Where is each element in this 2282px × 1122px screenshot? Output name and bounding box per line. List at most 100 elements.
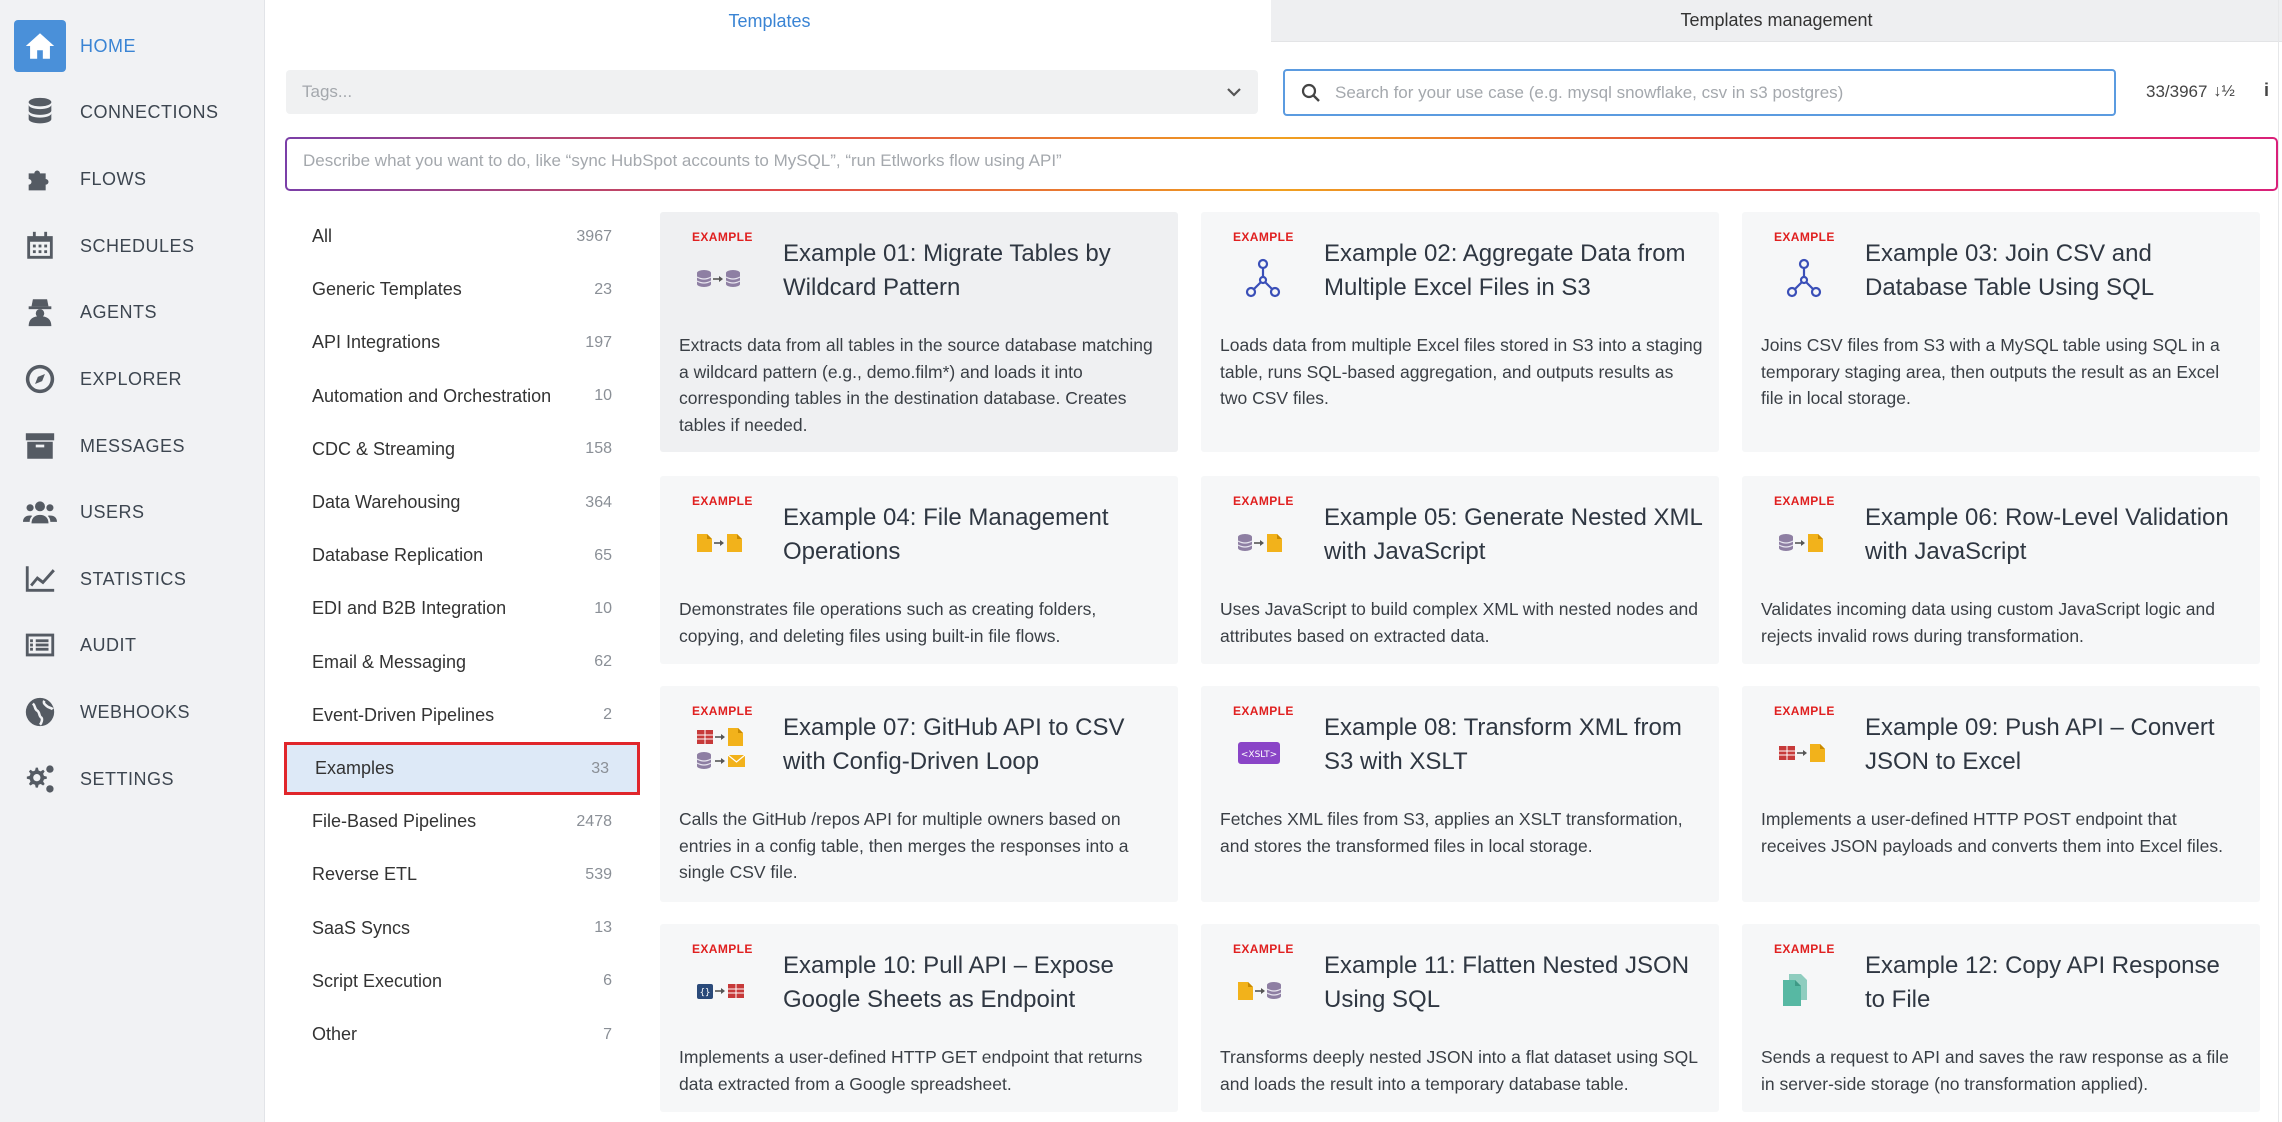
nav-label-schedules: SCHEDULES	[80, 235, 195, 256]
category-name: EDI and B2B Integration	[312, 598, 507, 619]
category-count: 10	[594, 387, 612, 405]
tags-select[interactable]: Tags...	[286, 70, 1258, 114]
card-description: Loads data from multiple Excel files sto…	[1220, 335, 1703, 408]
template-card[interactable]: EXAMPLE Example 07: GitHub API to CSV wit…	[660, 686, 1178, 902]
card-description: Demonstrates file operations such as cre…	[679, 599, 1097, 646]
category-item[interactable]: Reverse ETL 539	[284, 848, 640, 901]
home-icon	[14, 20, 66, 72]
template-card[interactable]: EXAMPLE Example 05: Generate Nested XML w…	[1201, 476, 1719, 664]
info-icon[interactable]: i	[2264, 80, 2269, 101]
category-name: Reverse ETL	[312, 864, 418, 885]
category-item[interactable]: Database Replication 65	[284, 529, 640, 582]
search-icon	[1301, 83, 1320, 102]
template-card[interactable]: EXAMPLE {} Example 10: Pull API – Expose G…	[660, 924, 1178, 1112]
category-item[interactable]: Data Warehousing 364	[284, 476, 640, 529]
template-card[interactable]: EXAMPLE Example 03: Join CSV and Database…	[1742, 212, 2260, 452]
users-icon	[14, 486, 66, 538]
category-item[interactable]: All 3967	[284, 210, 640, 263]
category-count: 62	[594, 653, 612, 671]
template-card[interactable]: EXAMPLE Example 11: Flatten Nested JSON U…	[1201, 924, 1719, 1112]
category-count: 3967	[576, 227, 612, 245]
chevron-down-icon	[1227, 88, 1241, 97]
template-card[interactable]: EXAMPLE <XSLT> Example 08: Transform XML f…	[1201, 686, 1719, 902]
example-badge: EXAMPLE	[1774, 942, 1835, 956]
file-to-db-icon	[1238, 982, 1282, 1000]
card-title: Example 12: Copy API Response to File	[1865, 952, 2220, 1013]
example-badge: EXAMPLE	[1233, 230, 1294, 244]
template-card[interactable]: EXAMPLE Example 04: File Management Opera…	[660, 476, 1178, 664]
category-name: Examples	[315, 758, 395, 778]
category-item[interactable]: Examples 33	[284, 742, 640, 795]
category-item[interactable]: Email & Messaging 62	[284, 636, 640, 689]
globe-icon	[14, 686, 66, 738]
category-item[interactable]: Generic Templates 23	[284, 263, 640, 316]
nav-item-messages[interactable]: MESSAGES	[14, 419, 254, 473]
list-icon	[14, 619, 66, 671]
nav-item-explorer[interactable]: EXPLORER	[14, 352, 254, 406]
card-description: Calls the GitHub /repos API for multiple…	[679, 809, 1129, 882]
category-name: Email & Messaging	[312, 651, 467, 672]
result-count-text: 33/3967	[2146, 82, 2208, 101]
nav-item-users[interactable]: USERS	[14, 485, 254, 539]
flow-graph-icon	[1245, 258, 1281, 298]
nav-item-webhooks[interactable]: WEBHOOKS	[14, 685, 254, 739]
describe-input[interactable]	[303, 151, 2260, 177]
category-item[interactable]: File-Based Pipelines 2478	[284, 795, 640, 848]
nav-label-users: USERS	[80, 501, 145, 522]
category-item[interactable]: API Integrations 197	[284, 316, 640, 369]
example-badge: EXAMPLE	[1233, 494, 1294, 508]
example-badge: EXAMPLE	[1233, 704, 1294, 718]
category-item[interactable]: SaaS Syncs 13	[284, 902, 640, 955]
template-card[interactable]: EXAMPLE Example 01: Migrate Tables by Wil…	[660, 212, 1178, 452]
category-count: 2	[603, 706, 612, 724]
category-count: 33	[591, 759, 609, 777]
template-card[interactable]: EXAMPLE Example 02: Aggregate Data from M…	[1201, 212, 1719, 452]
category-count: 23	[594, 280, 612, 298]
nav-item-audit[interactable]: AUDIT	[14, 618, 254, 672]
nav-item-connections[interactable]: CONNECTIONS	[14, 85, 254, 139]
category-item[interactable]: CDC & Streaming 158	[284, 423, 640, 476]
gears-icon	[14, 753, 66, 805]
category-count: 364	[585, 493, 612, 511]
database-icon	[14, 86, 66, 138]
search-input[interactable]	[1335, 82, 2095, 103]
nav-label-explorer: EXPLORER	[80, 368, 183, 389]
calendar-icon	[14, 220, 66, 272]
category-name: API Integrations	[312, 332, 441, 353]
card-description: Extracts data from all tables in the sou…	[679, 335, 1153, 435]
card-description: Validates incoming data using custom Jav…	[1761, 599, 2215, 646]
nav-label-audit: AUDIT	[80, 634, 137, 655]
nav-item-schedules[interactable]: SCHEDULES	[14, 219, 254, 273]
tab-templates[interactable]: Templates	[268, 0, 1271, 42]
template-card[interactable]: EXAMPLE Example 09: Push API – Convert JS…	[1742, 686, 2260, 902]
tags-placeholder: Tags...	[302, 82, 353, 101]
nav-item-home[interactable]: HOME	[14, 19, 254, 73]
template-card[interactable]: EXAMPLE Example 12: Copy API Response to …	[1742, 924, 2260, 1112]
example-badge: EXAMPLE	[1774, 494, 1835, 508]
category-count: 10	[594, 599, 612, 617]
nav-item-agents[interactable]: AGENTS	[14, 285, 254, 339]
card-title: Example 09: Push API – Convert JSON to E…	[1865, 714, 2215, 775]
category-item[interactable]: Event-Driven Pipelines 2	[284, 689, 640, 742]
puzzle-icon	[14, 153, 66, 205]
nav-item-flows[interactable]: FLOWS	[14, 152, 254, 206]
nav-item-settings[interactable]: SETTINGS	[14, 752, 254, 806]
category-item[interactable]: Other 7	[284, 1008, 640, 1061]
category-count: 2478	[576, 812, 612, 830]
nav-label-agents: AGENTS	[80, 301, 158, 322]
category-item[interactable]: EDI and B2B Integration 10	[284, 582, 640, 635]
category-item[interactable]: Automation and Orchestration 10	[284, 370, 640, 423]
scrollbar-track[interactable]	[2278, 0, 2279, 1122]
category-name: Automation and Orchestration	[312, 385, 552, 406]
sort-numeric-icon[interactable]: ↓½	[2213, 83, 2234, 101]
category-count: 13	[594, 919, 612, 937]
nav-label-webhooks: WEBHOOKS	[80, 701, 191, 722]
nav-item-statistics[interactable]: STATISTICS	[14, 552, 254, 606]
svg-text:<XSLT>: <XSLT>	[1241, 750, 1277, 760]
tab-templates-management[interactable]: Templates management	[1271, 0, 2282, 42]
template-card[interactable]: EXAMPLE Example 06: Row-Level Validation …	[1742, 476, 2260, 664]
card-title: Example 01: Migrate Tables by Wildcard P…	[783, 240, 1111, 301]
card-title: Example 05: Generate Nested XML with Jav…	[1324, 504, 1702, 565]
category-item[interactable]: Script Execution 6	[284, 955, 640, 1008]
card-title: Example 07: GitHub API to CSV with Confi…	[783, 714, 1125, 775]
